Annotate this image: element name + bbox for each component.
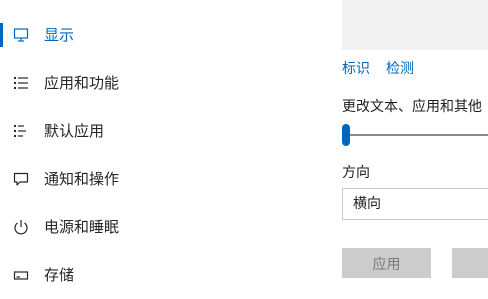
storage-icon — [12, 266, 30, 284]
power-icon — [12, 218, 30, 236]
nav-item-label: 应用和功能 — [44, 74, 120, 92]
display-preview[interactable] — [342, 0, 488, 50]
scale-label: 更改文本、应用和其他 — [342, 99, 482, 115]
monitor-icon — [12, 26, 30, 44]
nav-item-apps-features[interactable]: 应用和功能 — [0, 59, 326, 107]
nav-item-notifications[interactable]: 通知和操作 — [0, 155, 326, 203]
chat-bubble-icon — [12, 170, 30, 188]
detect-link[interactable]: 检测 — [386, 61, 414, 77]
active-indicator — [0, 23, 3, 47]
nav-item-label: 显示 — [44, 26, 75, 44]
nav-item-label: 通知和操作 — [44, 170, 120, 188]
list-icon — [12, 74, 30, 92]
cancel-button[interactable]: 取 — [452, 248, 488, 278]
nav-item-default-apps[interactable]: 默认应用 — [0, 107, 326, 155]
nav-item-label: 电源和睡眠 — [44, 218, 120, 236]
nav-item-label: 存储 — [44, 266, 75, 284]
nav-item-label: 默认应用 — [44, 122, 105, 140]
orientation-dropdown[interactable]: 横向 — [342, 188, 488, 220]
display-settings-panel: 标识检测 更改文本、应用和其他 方向 横向 应用 取 — [326, 0, 488, 278]
display-links: 标识 检测 — [342, 58, 430, 78]
scale-slider[interactable] — [342, 124, 488, 146]
nav-item-storage[interactable]: 存储 — [0, 251, 326, 299]
nav-item-power-sleep[interactable]: 电源和睡眠 — [0, 203, 326, 251]
orientation-label: 方向 — [342, 165, 370, 181]
apply-button[interactable]: 应用 — [342, 248, 431, 278]
nav-item-display[interactable]: 显示 — [0, 11, 326, 59]
settings-nav: 显示 应用和功能 默认应用 通知和操作 电源和睡眠 存储 — [0, 0, 326, 284]
default-apps-icon — [12, 122, 30, 140]
identify-link[interactable]: 标识 — [342, 61, 370, 77]
slider-thumb[interactable] — [342, 124, 350, 146]
orientation-value: 横向 — [353, 196, 381, 212]
slider-track — [342, 134, 488, 136]
